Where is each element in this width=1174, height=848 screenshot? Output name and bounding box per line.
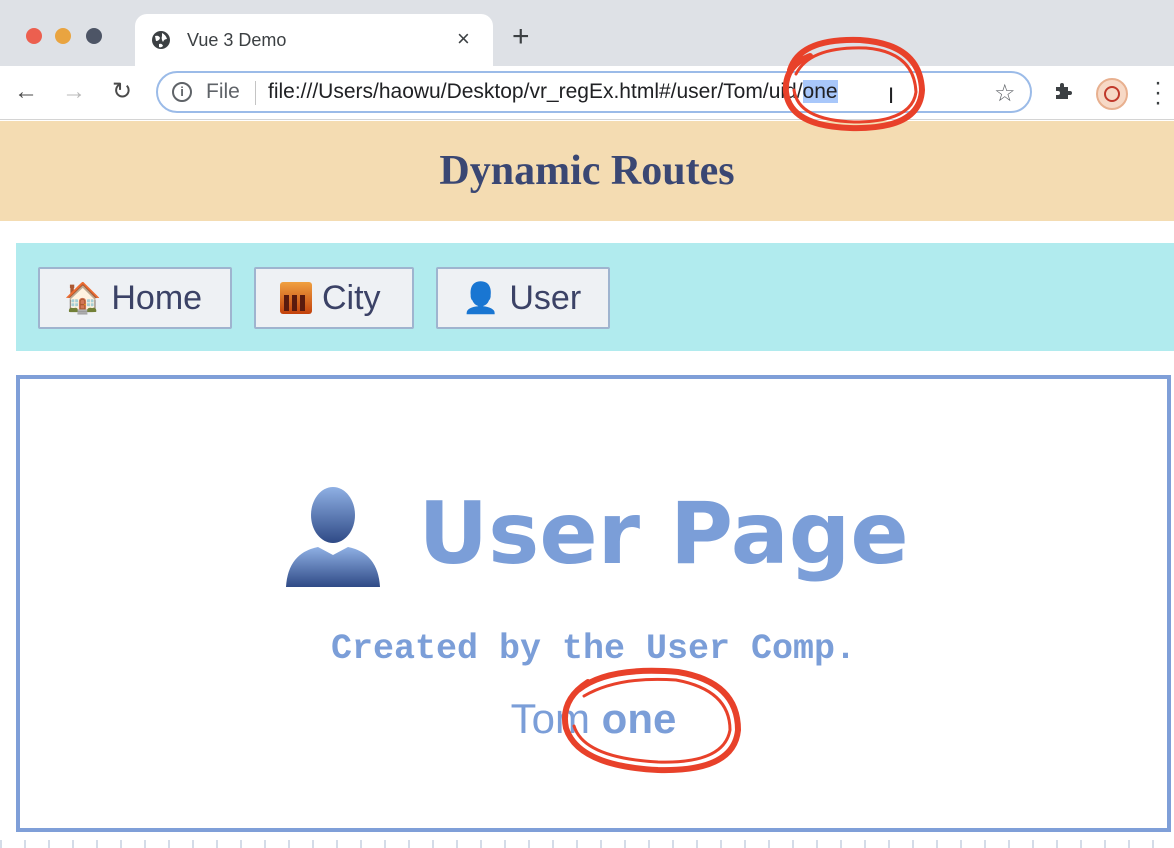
tab-close-icon[interactable]: × — [457, 26, 470, 52]
user-silhouette-icon — [286, 487, 381, 587]
browser-tabstrip: Vue 3 Demo × + — [0, 0, 1174, 66]
globe-icon — [152, 31, 170, 49]
user-button-label: User — [509, 278, 582, 317]
address-divider — [255, 81, 256, 105]
url-selected-segment: one — [802, 80, 838, 103]
city-button-label: City — [322, 278, 381, 317]
param-name: Tom — [510, 695, 590, 742]
kebab-menu-icon[interactable]: · · · — [1152, 71, 1164, 115]
close-window-button[interactable] — [26, 28, 42, 44]
router-view: User Page Created by the User Comp. Tom … — [16, 375, 1171, 832]
browser-tab-active[interactable]: Vue 3 Demo × — [135, 14, 493, 66]
maximize-window-button[interactable] — [86, 28, 102, 44]
city-button[interactable]: City — [254, 267, 414, 329]
route-nav: 🏠 Home City 👤 User — [16, 243, 1174, 351]
url-base: file:///Users/haowu/Desktop/vr_regEx.htm… — [268, 80, 803, 103]
user-page-heading-text: User Page — [418, 484, 909, 584]
reload-icon[interactable]: ↻ — [108, 78, 136, 106]
back-arrow-icon[interactable]: ← — [12, 78, 40, 106]
bottom-divider — [0, 840, 1174, 848]
avatar-icon[interactable] — [1096, 78, 1128, 110]
star-icon[interactable]: ☆ — [994, 79, 1016, 108]
text-cursor-icon: I — [888, 83, 895, 108]
app-header: Dynamic Routes — [0, 121, 1174, 221]
user-button[interactable]: 👤 User — [436, 267, 610, 329]
tab-title: Vue 3 Demo — [187, 30, 287, 50]
puzzle-icon[interactable] — [1052, 79, 1076, 103]
house-icon: 🏠 — [64, 280, 102, 316]
route-params: Tom one — [20, 695, 1167, 743]
scheme-label: File — [206, 80, 240, 103]
city-icon — [280, 282, 312, 314]
address-bar[interactable]: i File file:///Users/haowu/Desktop/vr_re… — [156, 71, 1032, 113]
user-icon: 👤 — [462, 280, 500, 316]
minimize-window-button[interactable] — [55, 28, 71, 44]
home-button-label: Home — [111, 278, 203, 317]
user-page-heading: User Page — [20, 479, 1167, 589]
home-button[interactable]: 🏠 Home — [38, 267, 232, 329]
browser-toolbar: ← → ↻ i File file:///Users/haowu/Desktop… — [0, 66, 1174, 120]
param-uid: one — [601, 695, 677, 742]
user-page-subtitle: Created by the User Comp. — [330, 629, 857, 669]
url-text[interactable]: file:///Users/haowu/Desktop/vr_regEx.htm… — [268, 80, 838, 104]
page-title: Dynamic Routes — [439, 148, 735, 194]
forward-arrow-icon[interactable]: → — [60, 78, 88, 106]
info-icon[interactable]: i — [172, 82, 192, 102]
new-tab-button[interactable]: + — [512, 22, 530, 52]
